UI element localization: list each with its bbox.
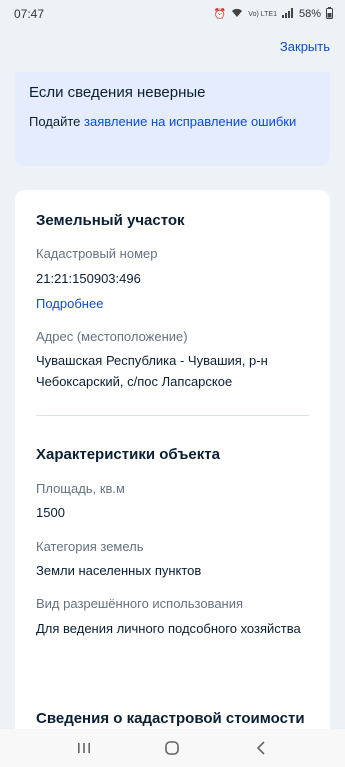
header-actions: Закрыть xyxy=(280,38,330,56)
home-icon xyxy=(165,741,180,755)
correction-title: Если сведения неверные xyxy=(29,84,206,101)
status-bar: 07:47 ⏰ Vo) LTE1 58% xyxy=(0,0,345,28)
area-label: Площадь, кв.м xyxy=(36,481,125,496)
cadastral-cost-title: Сведения о кадастровой стоимости xyxy=(36,710,305,727)
status-time: 07:47 xyxy=(14,7,45,21)
permitted-use-label: Вид разрешённого использования xyxy=(36,596,244,611)
system-nav-bar xyxy=(0,729,345,767)
cadastral-number-label: Кадастровый номер xyxy=(36,246,158,261)
close-button[interactable]: Закрыть xyxy=(280,39,330,54)
home-button[interactable] xyxy=(157,736,187,760)
signal-icon xyxy=(281,7,294,21)
area-value: 1500 xyxy=(36,505,65,520)
back-icon xyxy=(256,741,265,755)
section-divider xyxy=(36,415,309,416)
correction-text-prefix: Подайте xyxy=(29,114,85,129)
network-label: Vo) LTE1 xyxy=(248,10,277,18)
battery-icon xyxy=(326,6,333,22)
more-details-link[interactable]: Подробнее xyxy=(36,296,310,311)
address-label: Адрес (местоположение) xyxy=(36,329,188,344)
recent-apps-icon xyxy=(78,743,91,753)
land-plot-title: Земельный участок xyxy=(36,212,185,229)
battery-percent: 58% xyxy=(298,8,321,20)
status-icons: ⏰ Vo) LTE1 58% xyxy=(213,6,333,22)
recent-apps-button[interactable] xyxy=(69,736,99,760)
correction-request-link[interactable]: заявление на исправление ошибки xyxy=(84,114,296,129)
characteristics-title: Характеристики объекта xyxy=(36,446,220,463)
address-value: Чувашская Республика - Чувашия, р-н Чебо… xyxy=(36,353,268,389)
correction-text: Подайте заявление на исправление ошибки xyxy=(29,111,316,132)
wifi-icon xyxy=(231,8,243,21)
land-category-value: Земли населенных пунктов xyxy=(36,563,202,578)
correction-info-card: Если сведения неверные Подайте заявление… xyxy=(15,72,330,166)
cadastral-number-value: 21:21:150903:496 xyxy=(36,271,141,286)
land-category-label: Категория земель xyxy=(36,539,144,554)
object-details-card: Земельный участок Кадастровый номер 21:2… xyxy=(15,190,330,750)
permitted-use-value: Для ведения личного подсобного хозяйства xyxy=(36,621,301,636)
alarm-icon: ⏰ xyxy=(213,8,227,20)
back-button[interactable] xyxy=(246,736,276,760)
